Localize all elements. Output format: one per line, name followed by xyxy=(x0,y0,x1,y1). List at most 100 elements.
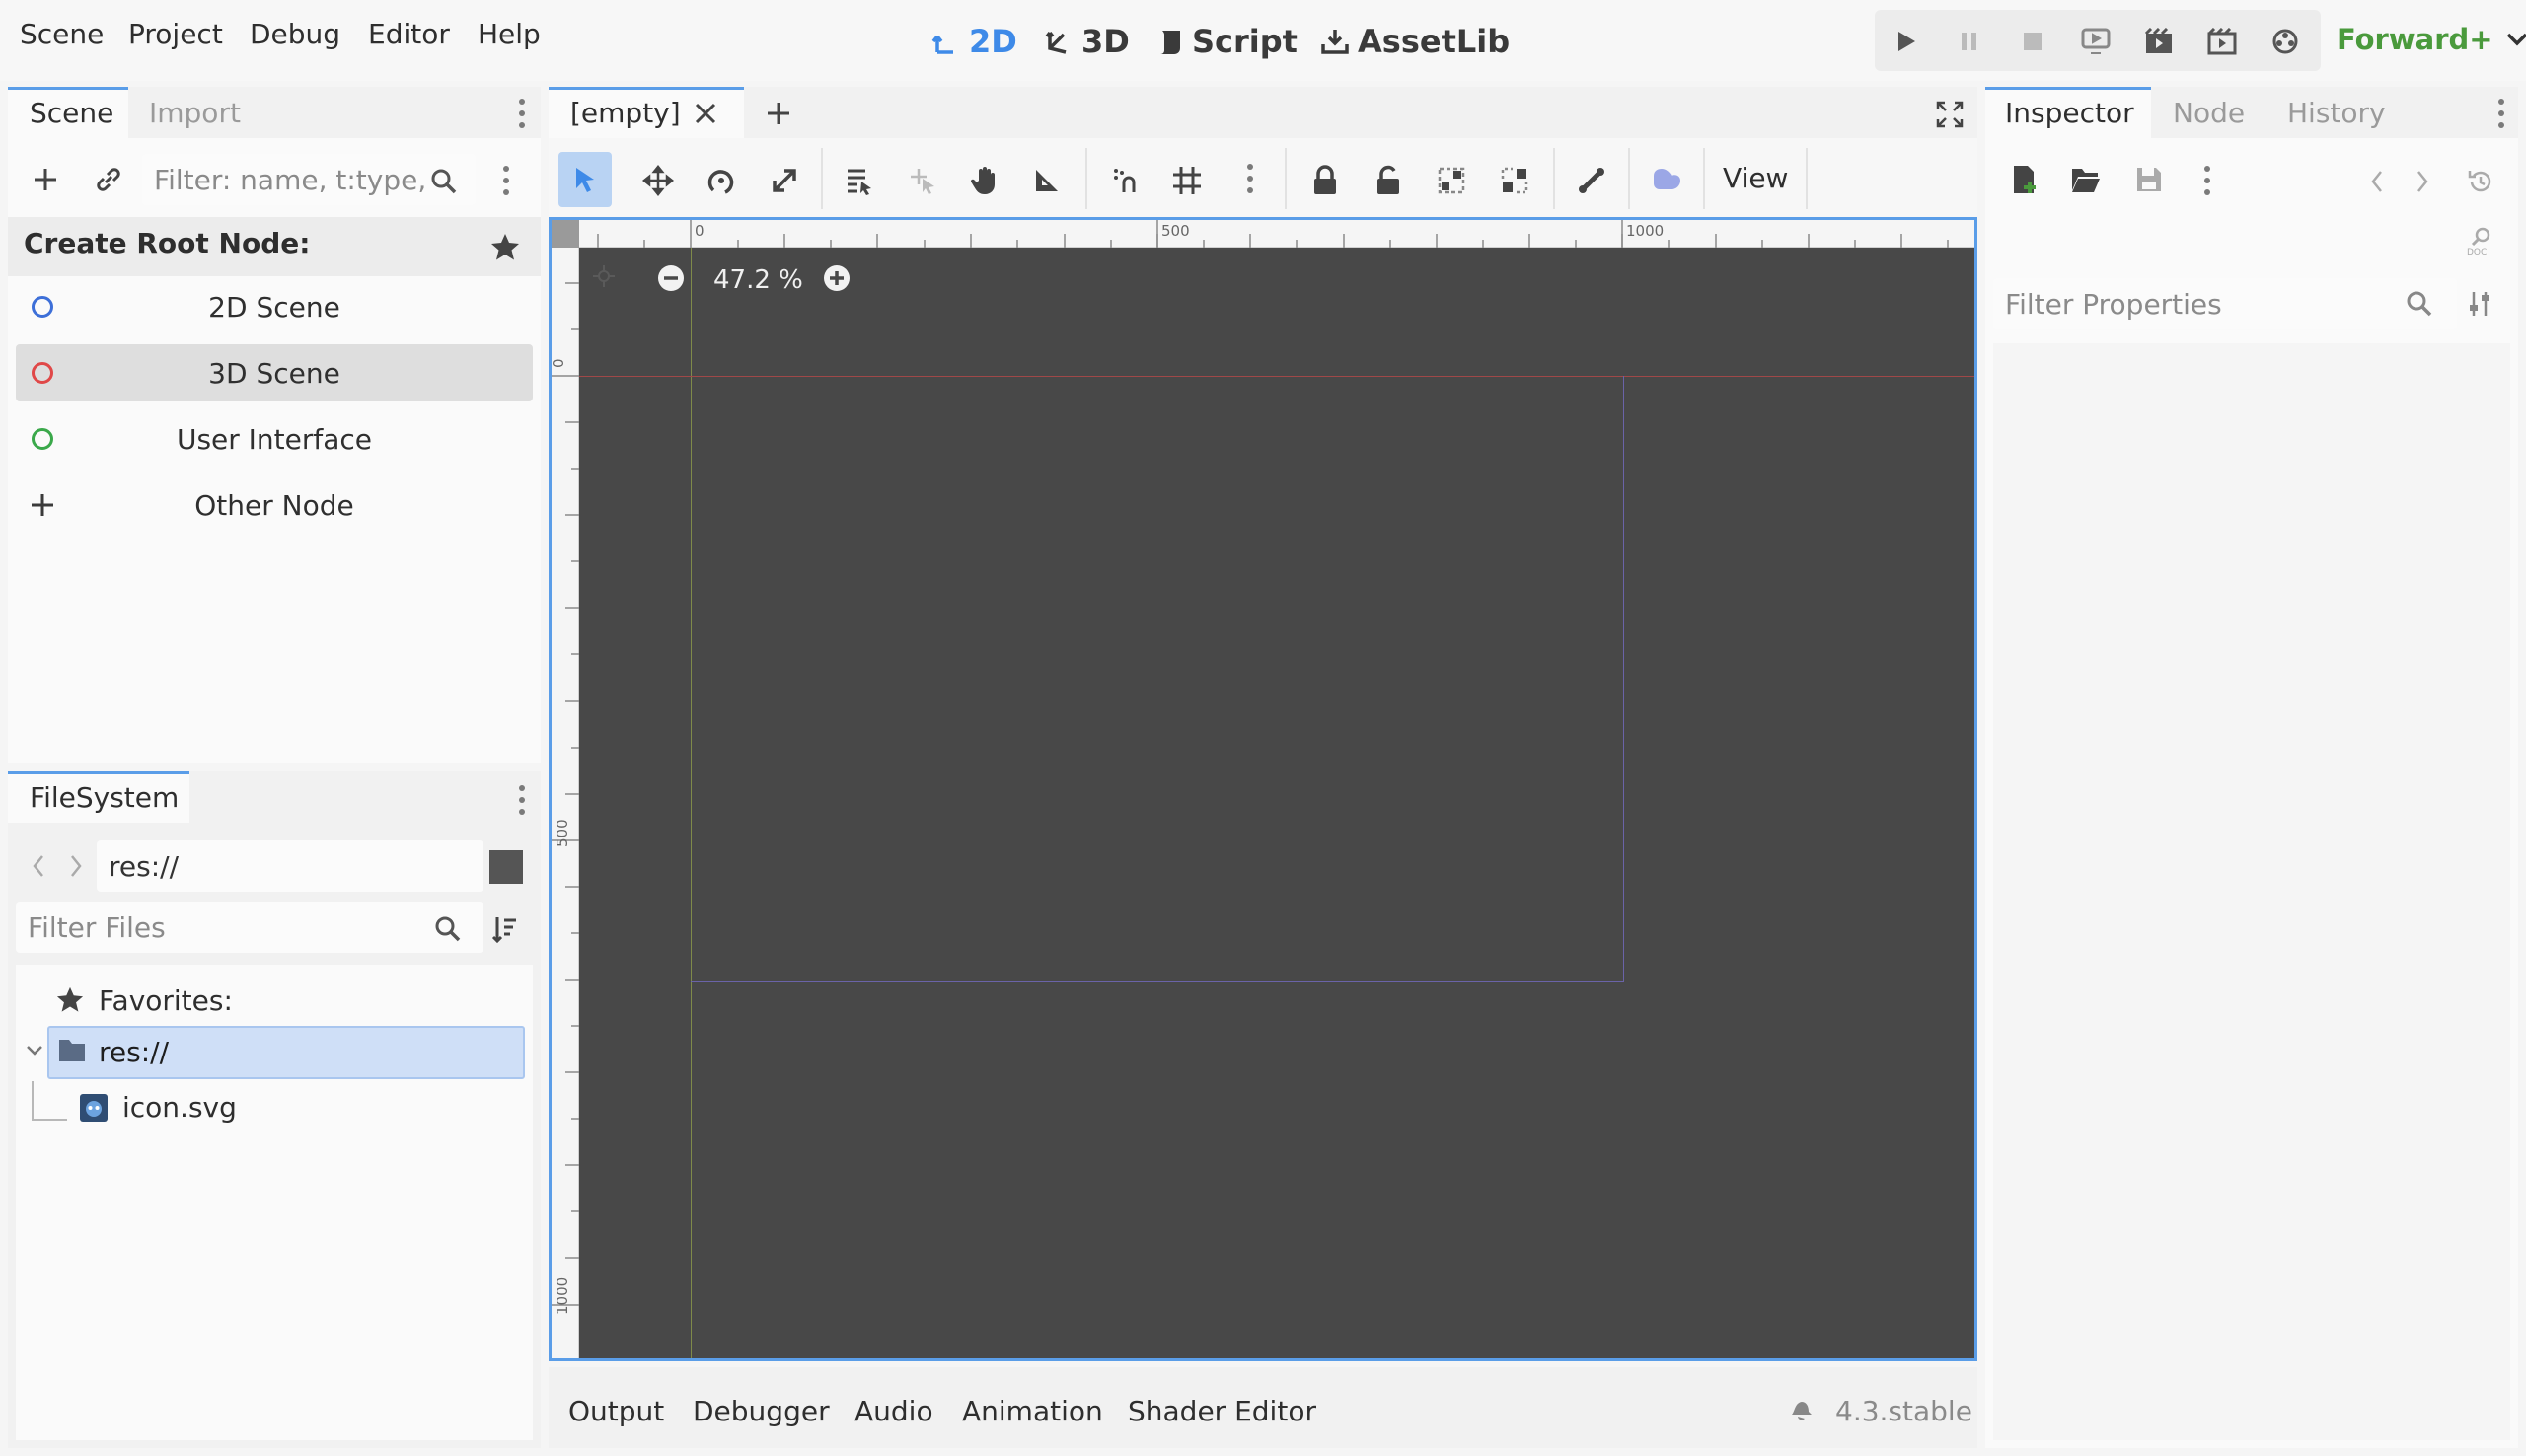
pan-button[interactable] xyxy=(961,156,1010,205)
plus-icon xyxy=(30,492,55,518)
camera-override-button[interactable] xyxy=(1642,156,1691,205)
root-2d-scene-label: 2D Scene xyxy=(208,290,340,324)
root-user-interface-button[interactable]: User Interface xyxy=(16,410,533,468)
menu-help[interactable]: Help xyxy=(478,18,541,50)
version-label[interactable]: 4.3.stable xyxy=(1835,1395,1972,1427)
tree-item-icon-svg[interactable]: icon.svg xyxy=(122,1091,237,1124)
chevron-left-icon[interactable] xyxy=(24,846,53,886)
snap-options-menu-icon[interactable] xyxy=(1247,164,1255,199)
star-icon[interactable] xyxy=(485,227,525,266)
remote-debug-icon[interactable] xyxy=(2074,20,2117,63)
new-resource-icon[interactable] xyxy=(2005,160,2044,199)
run-specific-scene-icon[interactable] xyxy=(2200,20,2244,63)
ruler-v-label-0: 0 xyxy=(550,358,567,368)
bottom-tab-animation[interactable]: Animation xyxy=(962,1395,1103,1427)
canvas-viewport[interactable]: 0 500 1000 0 500 1000 47.2 % xyxy=(549,217,1977,1361)
zoom-level-label[interactable]: 47.2 % xyxy=(713,265,803,295)
rotate-mode-button[interactable] xyxy=(697,156,746,205)
zoom-out-icon[interactable] xyxy=(656,263,686,293)
distraction-free-icon[interactable] xyxy=(1932,97,1968,132)
history-icon[interactable] xyxy=(2461,162,2500,201)
add-node-icon[interactable] xyxy=(26,160,65,199)
inspector-dock-menu-icon[interactable] xyxy=(2498,99,2506,134)
ruler-button[interactable] xyxy=(1022,156,1072,205)
workspace-assetlib-label: AssetLib xyxy=(1358,23,1511,60)
bottom-tab-audio[interactable]: Audio xyxy=(854,1395,933,1427)
game-camera-icon xyxy=(1650,166,1683,195)
list-select-button[interactable] xyxy=(835,156,884,205)
chevron-right-icon[interactable] xyxy=(61,846,91,886)
menu-scene[interactable]: Scene xyxy=(20,18,104,50)
group-button[interactable] xyxy=(1427,156,1476,205)
lock-button[interactable] xyxy=(1300,156,1350,205)
sort-icon[interactable] xyxy=(485,910,525,949)
inspector-options-icon[interactable] xyxy=(2204,166,2212,201)
scale-mode-button[interactable] xyxy=(760,156,809,205)
toggle-split-mode-icon[interactable] xyxy=(489,850,523,884)
workspace-2d-button[interactable]: 2D xyxy=(931,18,1017,65)
play-icon[interactable] xyxy=(1885,20,1928,63)
run-current-scene-icon[interactable] xyxy=(2137,20,2181,63)
open-folder-icon[interactable] xyxy=(2066,160,2106,199)
view-menu-button[interactable]: View xyxy=(1723,162,1788,194)
zoom-in-icon[interactable] xyxy=(822,263,852,293)
tree-item-res-label: res:// xyxy=(99,1036,170,1068)
renderer-select[interactable]: Forward+ xyxy=(2337,18,2526,61)
scene-filter-menu-icon[interactable] xyxy=(503,166,511,201)
doc-search-icon[interactable]: DOC xyxy=(2461,221,2500,260)
filesystem-path-input[interactable]: res:// xyxy=(97,840,483,892)
movie-maker-icon[interactable] xyxy=(2264,20,2307,63)
filesystem-dock-menu-icon[interactable] xyxy=(519,785,527,821)
tab-node[interactable]: Node xyxy=(2173,97,2245,129)
script-icon xyxy=(1156,27,1184,56)
pivot-button[interactable] xyxy=(898,156,947,205)
bottom-tab-debugger[interactable]: Debugger xyxy=(693,1395,830,1427)
root-2d-scene-button[interactable]: 2D Scene xyxy=(16,278,533,335)
root-3d-scene-button[interactable]: 3D Scene xyxy=(16,344,533,401)
skeleton-button[interactable] xyxy=(1567,156,1616,205)
unlock-button[interactable] xyxy=(1364,156,1413,205)
folder-icon xyxy=(57,1036,87,1063)
chevron-down-icon[interactable] xyxy=(24,1040,45,1061)
filter-properties-input[interactable]: Filter Properties xyxy=(1993,278,2457,329)
move-mode-button[interactable] xyxy=(633,156,683,205)
instantiate-scene-link-icon[interactable] xyxy=(89,160,128,199)
godot-svg-icon xyxy=(79,1093,109,1123)
workspace-script-button[interactable]: Script xyxy=(1156,18,1298,65)
workspace-3d-button[interactable]: 3D xyxy=(1044,18,1130,65)
menu-project[interactable]: Project xyxy=(128,18,223,50)
filter-files-input[interactable]: Filter Files xyxy=(16,902,483,953)
top-bar: Scene Project Debug Editor Help 2D 3D Sc… xyxy=(0,0,2526,81)
smart-snap-button[interactable] xyxy=(1101,156,1151,205)
stop-icon[interactable] xyxy=(2011,20,2054,63)
property-options-icon[interactable] xyxy=(2461,284,2500,324)
inspector-dock: Inspector Node History DOC Filter Proper… xyxy=(1985,87,2518,1448)
chevron-right-icon[interactable] xyxy=(2408,162,2437,201)
menu-debug[interactable]: Debug xyxy=(250,18,340,50)
bottom-tab-shader-editor[interactable]: Shader Editor xyxy=(1128,1395,1316,1427)
add-scene-tab-icon[interactable] xyxy=(762,97,795,130)
workspace-2d-label: 2D xyxy=(969,23,1017,60)
close-icon[interactable] xyxy=(689,97,722,130)
notification-bell-icon[interactable] xyxy=(1786,1395,1816,1424)
bottom-tab-output[interactable]: Output xyxy=(568,1395,664,1427)
tab-import[interactable]: Import xyxy=(149,97,241,129)
bone-icon xyxy=(1576,165,1607,196)
assetlib-icon xyxy=(1320,27,1350,56)
workspace-assetlib-button[interactable]: AssetLib xyxy=(1320,18,1510,65)
grid-snap-button[interactable] xyxy=(1162,156,1212,205)
center-view-icon[interactable] xyxy=(591,263,617,289)
select-mode-button[interactable] xyxy=(558,152,612,207)
snap-icon xyxy=(1110,165,1142,196)
menu-editor[interactable]: Editor xyxy=(368,18,450,50)
scene-tab-label: [empty] xyxy=(570,97,681,129)
chevron-left-icon[interactable] xyxy=(2362,162,2392,201)
root-other-node-button[interactable]: Other Node xyxy=(16,476,533,534)
scene-dock-menu-icon[interactable] xyxy=(519,99,527,134)
tab-history[interactable]: History xyxy=(2287,97,2386,129)
save-icon[interactable] xyxy=(2129,160,2169,199)
pause-icon[interactable] xyxy=(1948,20,1991,63)
list-select-icon xyxy=(844,165,875,196)
scene-filter-placeholder: Filter: name, t:type, xyxy=(154,163,427,196)
ungroup-button[interactable] xyxy=(1490,156,1539,205)
